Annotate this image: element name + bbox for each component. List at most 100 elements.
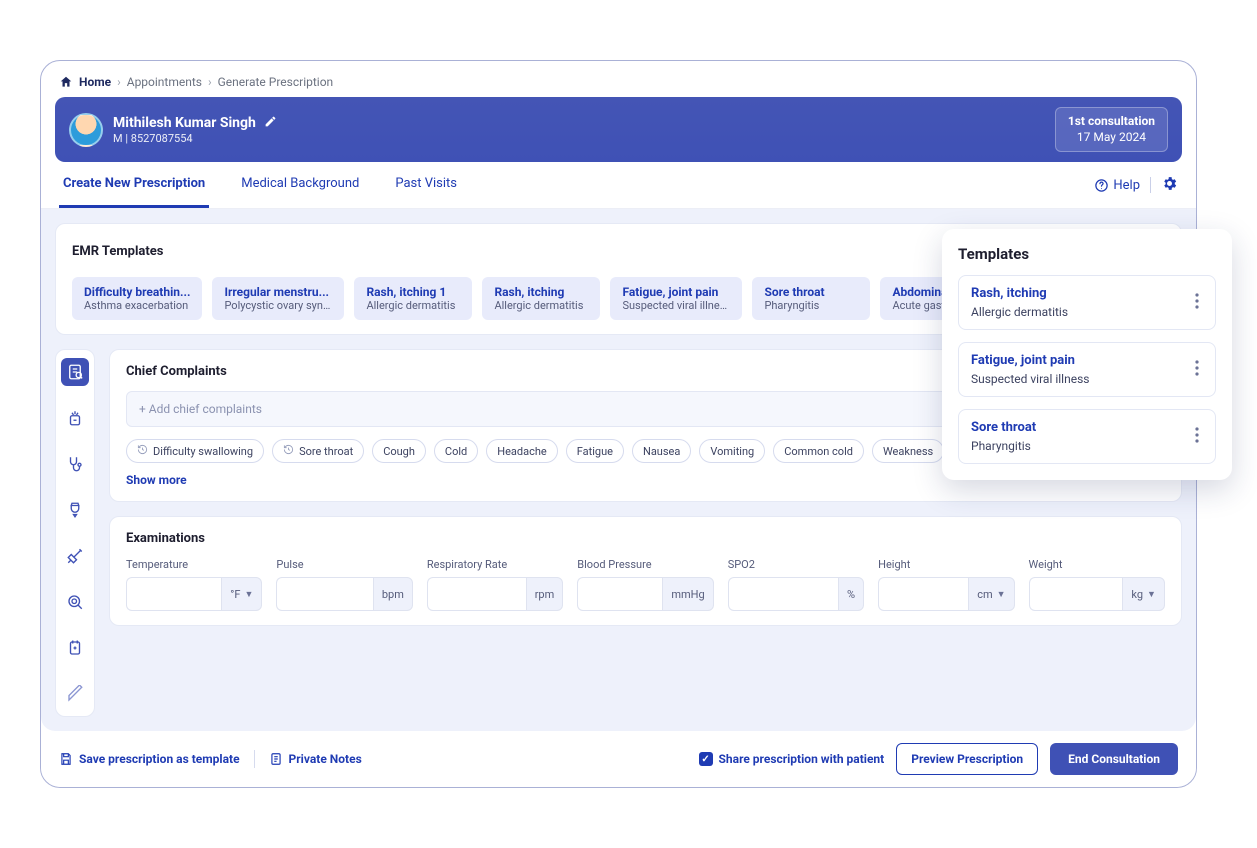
history-icon	[283, 444, 294, 458]
help-icon	[1094, 178, 1109, 193]
template-subtitle: Allergic dermatitis	[494, 299, 588, 312]
exam-label: Temperature	[126, 558, 262, 571]
chevron-right-icon: ›	[117, 75, 121, 89]
emr-template-chip[interactable]: Difficulty breathin...Asthma exacerbatio…	[72, 277, 202, 320]
template-popup-card[interactable]: Sore throatPharyngitis	[958, 409, 1216, 464]
template-subtitle: Polycystic ovary syndr...	[224, 299, 332, 312]
unit-selector: %	[838, 577, 864, 611]
share-checkbox[interactable]: ✓ Share prescription with patient	[699, 752, 885, 766]
exam-input-resp[interactable]	[427, 577, 526, 611]
breadcrumb-home[interactable]: Home	[79, 75, 111, 89]
complaint-chip[interactable]: Common cold	[773, 439, 864, 463]
template-subtitle: Asthma exacerbation	[84, 299, 190, 312]
exam-input-weight[interactable]	[1029, 577, 1123, 611]
complaint-chip[interactable]: Fatigue	[566, 439, 624, 463]
exam-input-height[interactable]	[878, 577, 968, 611]
complaint-chip[interactable]: Headache	[486, 439, 558, 463]
complaint-chip[interactable]: Nausea	[632, 439, 691, 463]
template-subtitle: Suspected viral illness	[622, 299, 730, 312]
help-link[interactable]: Help	[1094, 178, 1140, 193]
complaint-chip[interactable]: Cold	[434, 439, 478, 463]
tab-past-visits[interactable]: Past Visits	[391, 162, 461, 208]
exam-input-pulse[interactable]	[276, 577, 372, 611]
emr-template-chip[interactable]: Sore throatPharyngitis	[752, 277, 870, 320]
section-nav	[55, 349, 95, 717]
exam-field-height: Heightcm ▼	[878, 558, 1014, 611]
template-title: Fatigue, joint pain	[622, 285, 730, 299]
end-consultation-button[interactable]: End Consultation	[1050, 743, 1178, 775]
avatar	[69, 113, 103, 147]
template-subtitle: Allergic dermatitis	[366, 299, 460, 312]
exam-label: Weight	[1029, 558, 1165, 571]
patient-meta: M | 8527087554	[113, 132, 277, 145]
tabs-row: Create New Prescription Medical Backgrou…	[41, 162, 1196, 209]
history-icon	[137, 444, 148, 458]
unit-selector[interactable]: cm ▼	[968, 577, 1014, 611]
exam-input-spo2[interactable]	[728, 577, 838, 611]
edit-icon[interactable]	[264, 115, 277, 132]
examinations-title: Examinations	[126, 531, 1165, 546]
popup-template-title: Rash, itching	[971, 286, 1068, 301]
exam-label: Pulse	[276, 558, 412, 571]
template-title: Rash, itching 1	[366, 285, 460, 299]
preview-prescription-button[interactable]: Preview Prescription	[896, 743, 1038, 775]
exam-field-spo2: SPO2%	[728, 558, 864, 611]
nav-diagnosis[interactable]	[61, 450, 89, 478]
template-subtitle: Pharyngitis	[764, 299, 858, 312]
exam-field-temperature: Temperature °F ▼	[126, 558, 262, 611]
tab-medical-background[interactable]: Medical Background	[237, 162, 363, 208]
nav-chief-complaints[interactable]	[61, 358, 89, 386]
popup-template-subtitle: Pharyngitis	[971, 439, 1036, 453]
breadcrumb-appointments[interactable]: Appointments	[127, 75, 202, 89]
complaint-chip[interactable]: Vomiting	[699, 439, 765, 463]
nav-investigation[interactable]	[61, 588, 89, 616]
consultation-badge: 1st consultation 17 May 2024	[1055, 107, 1168, 152]
unit-selector: mmHg	[662, 577, 713, 611]
template-title: Difficulty breathin...	[84, 285, 190, 299]
emr-template-chip[interactable]: Irregular menstru...Polycystic ovary syn…	[212, 277, 344, 320]
popup-template-subtitle: Allergic dermatitis	[971, 305, 1068, 319]
complaint-chip[interactable]: Weakness	[872, 439, 944, 463]
nav-medication[interactable]	[61, 496, 89, 524]
template-popup-card[interactable]: Fatigue, joint painSuspected viral illne…	[958, 342, 1216, 397]
templates-popup-title: Templates	[958, 245, 1216, 263]
unit-selector: rpm	[526, 577, 564, 611]
nav-advice[interactable]	[61, 680, 89, 708]
exam-input-bp[interactable]	[577, 577, 662, 611]
save-as-template-link[interactable]: Save prescription as template	[59, 752, 240, 766]
template-title: Irregular menstru...	[224, 285, 332, 299]
templates-popup: Templates Rash, itching Allergic dermatit…	[942, 229, 1232, 480]
patient-name: Mithilesh Kumar Singh	[113, 115, 256, 131]
unit-selector[interactable]: °F ▼	[221, 577, 262, 611]
complaint-chip[interactable]: Cough	[372, 439, 426, 463]
notes-icon	[269, 752, 283, 766]
template-popup-card[interactable]: Rash, itching Allergic dermatitis	[958, 275, 1216, 330]
unit-selector[interactable]: kg ▼	[1122, 577, 1165, 611]
exam-label: Respiratory Rate	[427, 558, 563, 571]
settings-button[interactable]	[1161, 175, 1178, 196]
complaint-chip-history[interactable]: Sore throat	[272, 439, 364, 463]
tab-create-prescription[interactable]: Create New Prescription	[59, 162, 209, 208]
footer-bar: Save prescription as template Private No…	[41, 731, 1196, 787]
app-frame: Home › Appointments › Generate Prescript…	[40, 60, 1197, 788]
complaint-chip-history[interactable]: Difficulty swallowing	[126, 439, 264, 463]
nav-vitals[interactable]	[61, 404, 89, 432]
emr-title: EMR Templates	[72, 244, 163, 259]
exam-input-temperature[interactable]	[126, 577, 221, 611]
kebab-menu-icon[interactable]	[1191, 289, 1203, 317]
exam-label: SPO2	[728, 558, 864, 571]
emr-template-chip[interactable]: Fatigue, joint painSuspected viral illne…	[610, 277, 742, 320]
emr-template-chip[interactable]: Rash, itchingAllergic dermatitis	[482, 277, 600, 320]
chevron-down-icon: ▼	[997, 589, 1006, 600]
patient-bar: Mithilesh Kumar Singh M | 8527087554 1st…	[55, 97, 1182, 162]
exam-field-pulse: Pulsebpm	[276, 558, 412, 611]
examinations-card: Examinations Temperature °F ▼ Pulsebpm Resp…	[109, 516, 1182, 626]
nav-notes[interactable]	[61, 634, 89, 662]
template-title: Sore throat	[764, 285, 858, 299]
emr-template-chip[interactable]: Rash, itching 1Allergic dermatitis	[354, 277, 472, 320]
chevron-down-icon: ▼	[1147, 589, 1156, 600]
kebab-menu-icon[interactable]	[1191, 423, 1203, 451]
nav-injection[interactable]	[61, 542, 89, 570]
private-notes-link[interactable]: Private Notes	[269, 752, 362, 766]
kebab-menu-icon[interactable]	[1191, 356, 1203, 384]
